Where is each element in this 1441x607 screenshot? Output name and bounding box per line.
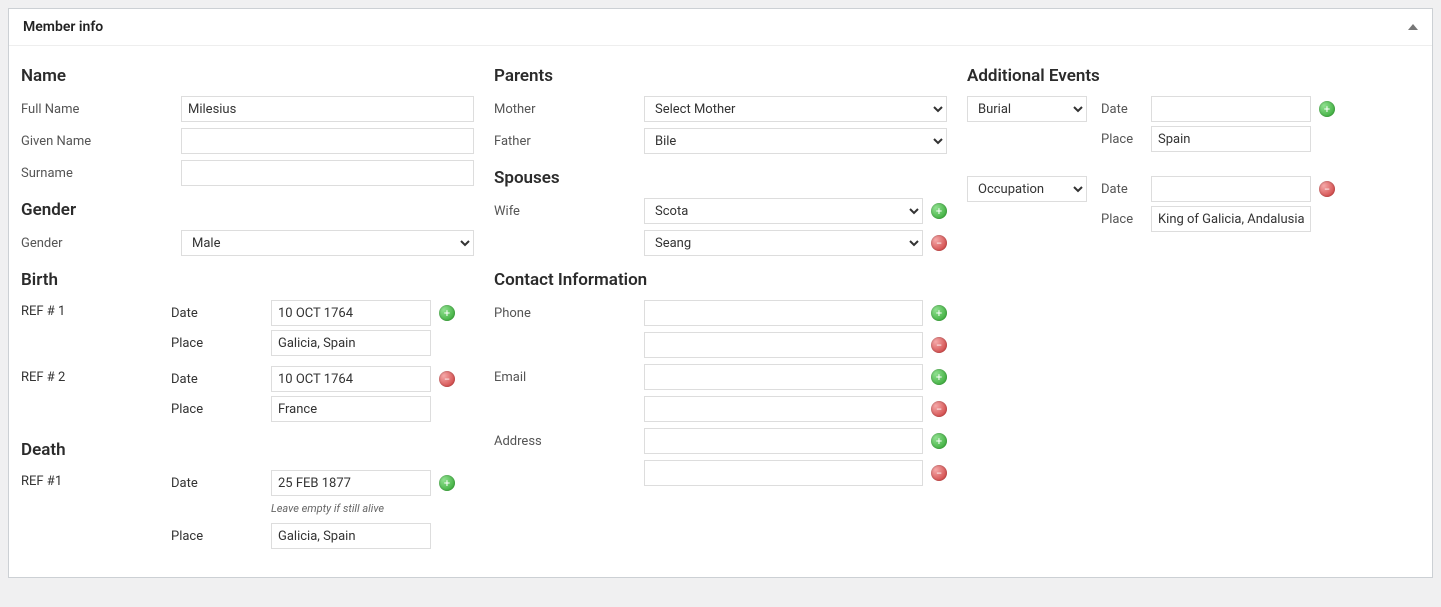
- father-select[interactable]: Bile: [644, 128, 947, 154]
- mother-select[interactable]: Select Mother: [644, 96, 947, 122]
- death-place-label: Place: [171, 529, 271, 544]
- add-icon[interactable]: +: [931, 433, 947, 449]
- death-hint: Leave empty if still alive: [271, 500, 384, 519]
- address1-input[interactable]: [644, 428, 923, 454]
- add-icon[interactable]: +: [931, 369, 947, 385]
- birth-ref2-label: REF # 2: [21, 366, 171, 385]
- parents-heading: Parents: [494, 66, 947, 86]
- phone1-input[interactable]: [644, 300, 923, 326]
- remove-icon[interactable]: −: [1319, 181, 1335, 197]
- gender-select[interactable]: Male: [181, 230, 474, 256]
- column-right: Additional Events Burial Date + Place: [967, 52, 1420, 559]
- remove-icon[interactable]: −: [439, 371, 455, 387]
- add-icon[interactable]: +: [931, 203, 947, 219]
- event2-date-input[interactable]: [1151, 176, 1311, 202]
- event-place-label: Place: [1101, 132, 1151, 147]
- wife1-select[interactable]: Scota: [644, 198, 923, 224]
- death-ref1-label: REF #1: [21, 470, 171, 489]
- birth-place1-input[interactable]: [271, 330, 431, 356]
- birth-date2-input[interactable]: [271, 366, 431, 392]
- father-label: Father: [494, 134, 644, 149]
- gender-label: Gender: [21, 236, 181, 251]
- panel-title: Member info: [23, 19, 103, 35]
- gender-heading: Gender: [21, 200, 474, 220]
- surname-label: Surname: [21, 166, 181, 181]
- remove-icon[interactable]: −: [931, 401, 947, 417]
- remove-icon[interactable]: −: [931, 337, 947, 353]
- birth-date1-input[interactable]: [271, 300, 431, 326]
- event-date-label: Date: [1101, 102, 1151, 117]
- given-name-input[interactable]: [181, 128, 474, 154]
- event2-place-input[interactable]: [1151, 206, 1311, 232]
- event-row: Occupation Date − Place: [967, 176, 1420, 236]
- contact-heading: Contact Information: [494, 270, 947, 290]
- death-place-input[interactable]: [271, 523, 431, 549]
- birth-heading: Birth: [21, 270, 474, 290]
- birth-place1-label: Place: [171, 336, 271, 351]
- phone-label: Phone: [494, 306, 644, 321]
- email1-input[interactable]: [644, 364, 923, 390]
- remove-icon[interactable]: −: [931, 465, 947, 481]
- column-left: Name Full Name Given Name Surname Gender…: [21, 52, 474, 559]
- event-date-label: Date: [1101, 182, 1151, 197]
- add-icon[interactable]: +: [439, 305, 455, 321]
- add-icon[interactable]: +: [931, 305, 947, 321]
- birth-place2-label: Place: [171, 402, 271, 417]
- event-place-label: Place: [1101, 212, 1151, 227]
- add-icon[interactable]: +: [1319, 101, 1335, 117]
- remove-icon[interactable]: −: [931, 235, 947, 251]
- event-row: Burial Date + Place: [967, 96, 1420, 156]
- birth-place2-input[interactable]: [271, 396, 431, 422]
- wife2-select[interactable]: Seang: [644, 230, 923, 256]
- death-date-label: Date: [171, 476, 271, 491]
- given-name-label: Given Name: [21, 134, 181, 149]
- panel-body: Name Full Name Given Name Surname Gender…: [9, 46, 1432, 577]
- events-heading: Additional Events: [967, 66, 1420, 86]
- address2-input[interactable]: [644, 460, 923, 486]
- wife-label: Wife: [494, 204, 644, 219]
- address-label: Address: [494, 434, 644, 449]
- add-icon[interactable]: +: [439, 475, 455, 491]
- event1-place-input[interactable]: [1151, 126, 1311, 152]
- event-type-select[interactable]: Occupation: [967, 176, 1087, 202]
- spouses-heading: Spouses: [494, 168, 947, 188]
- birth-date1-label: Date: [171, 306, 271, 321]
- column-middle: Parents Mother Select Mother Father Bile…: [494, 52, 947, 559]
- email-label: Email: [494, 370, 644, 385]
- birth-date2-label: Date: [171, 372, 271, 387]
- death-date-input[interactable]: [271, 470, 431, 496]
- surname-input[interactable]: [181, 160, 474, 186]
- phone2-input[interactable]: [644, 332, 923, 358]
- full-name-input[interactable]: [181, 96, 474, 122]
- member-info-panel: Member info Name Full Name Given Name Su…: [8, 8, 1433, 578]
- birth-ref1-label: REF # 1: [21, 300, 171, 319]
- event1-date-input[interactable]: [1151, 96, 1311, 122]
- full-name-label: Full Name: [21, 102, 181, 117]
- mother-label: Mother: [494, 102, 644, 117]
- death-heading: Death: [21, 440, 474, 460]
- event-type-select[interactable]: Burial: [967, 96, 1087, 122]
- name-heading: Name: [21, 66, 474, 86]
- email2-input[interactable]: [644, 396, 923, 422]
- panel-header: Member info: [9, 9, 1432, 46]
- collapse-icon[interactable]: [1408, 24, 1418, 30]
